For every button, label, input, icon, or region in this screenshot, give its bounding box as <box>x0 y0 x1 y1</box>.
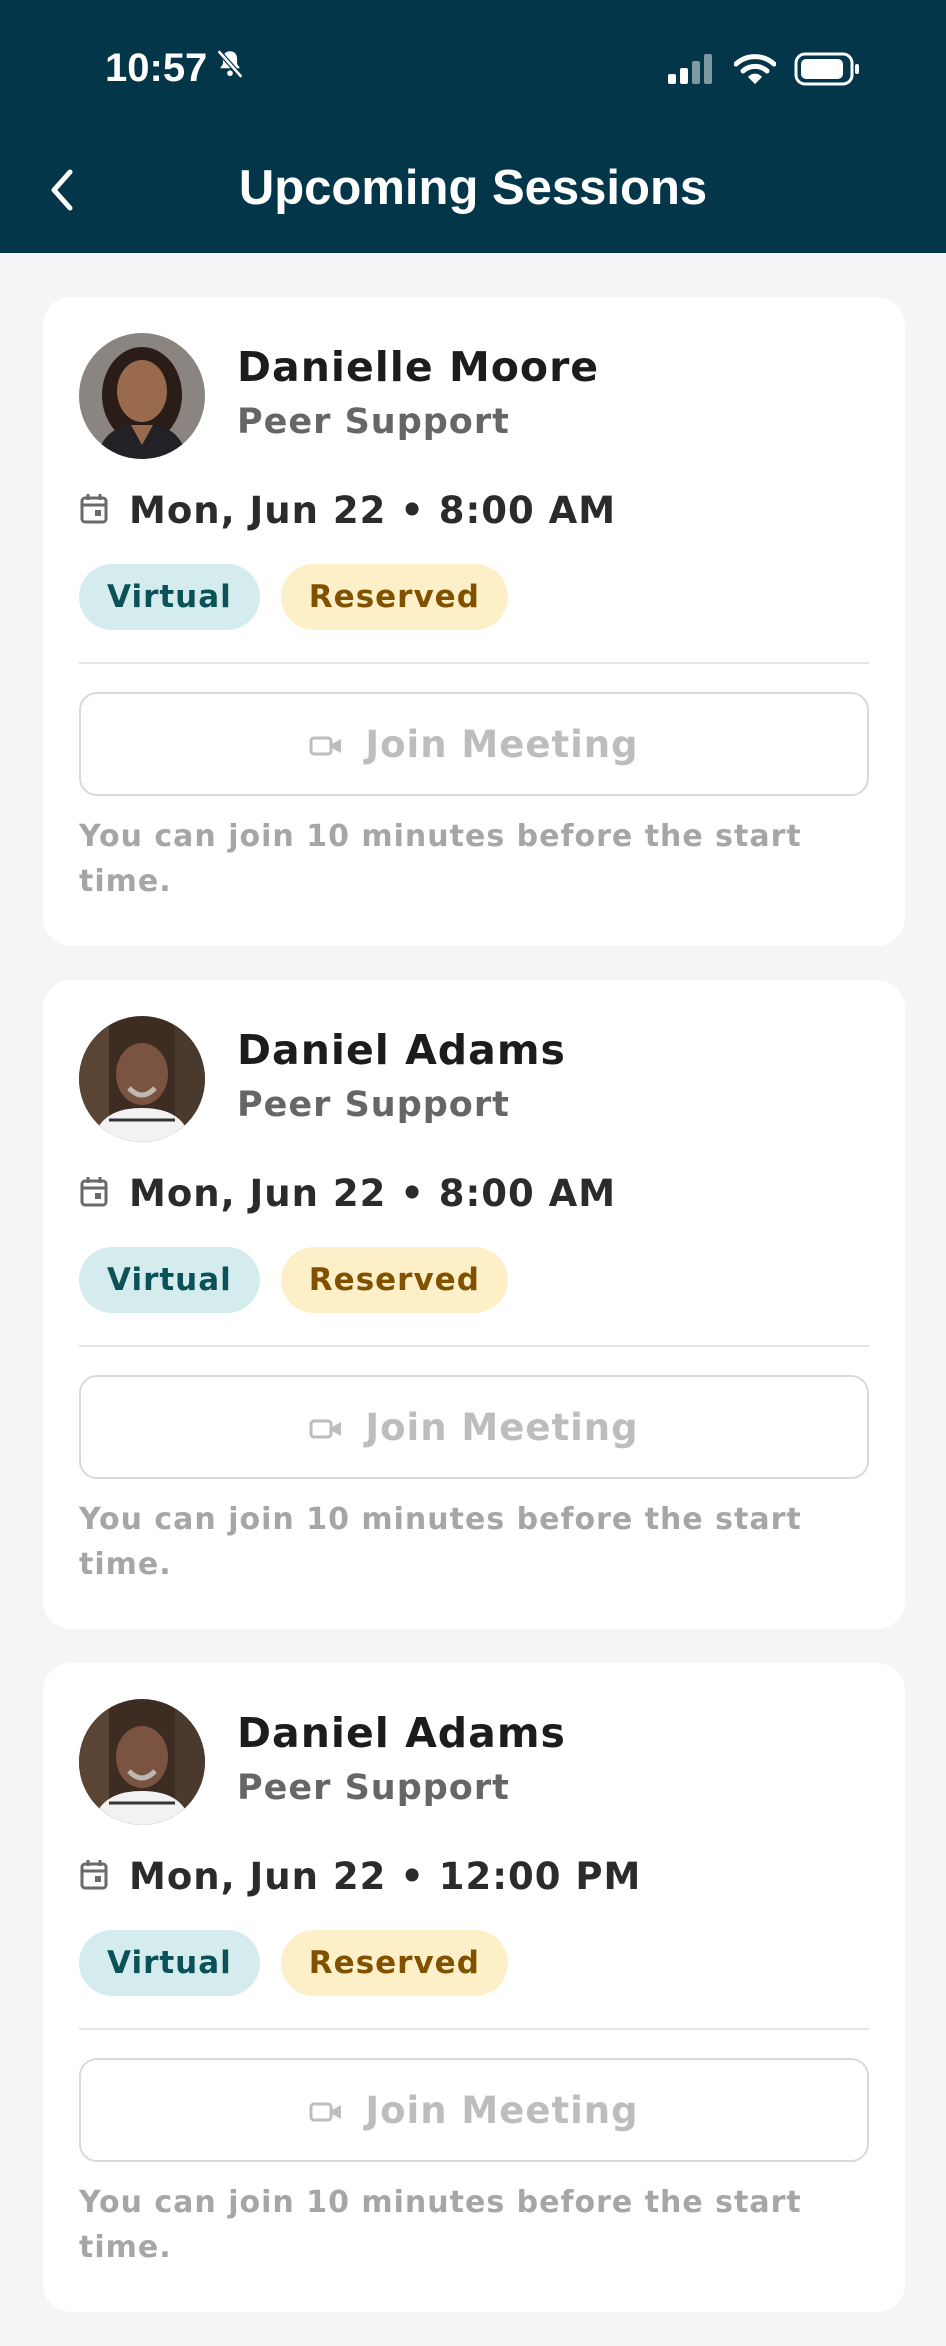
virtual-badge: Virtual <box>79 1930 260 1996</box>
session-card: Daniel Adams Peer Support Mon, Jun 22 • … <box>43 980 905 1629</box>
join-meeting-button[interactable]: Join Meeting <box>79 692 869 796</box>
join-note: You can join 10 minutes before the start… <box>79 819 802 899</box>
join-note: You can join 10 minutes before the start… <box>79 2185 802 2265</box>
wifi-icon <box>733 53 777 89</box>
avatar <box>79 333 205 459</box>
divider <box>79 1345 869 1347</box>
bell-muted-icon <box>213 46 247 91</box>
page-title: Upcoming Sessions <box>238 161 708 215</box>
reserved-badge: Reserved <box>280 564 508 630</box>
virtual-badge: Virtual <box>79 1247 260 1313</box>
status-bar-time: 10:57 <box>105 46 247 91</box>
video-camera-icon <box>309 2089 343 2132</box>
join-meeting-button[interactable]: Join Meeting <box>79 1375 869 1479</box>
calendar-icon <box>79 493 109 529</box>
battery-icon <box>794 52 860 90</box>
session-datetime: Mon, Jun 22 • 8:00 AM <box>129 489 617 532</box>
signal-icon <box>668 54 716 88</box>
video-camera-icon <box>309 1406 343 1449</box>
avatar <box>79 1016 205 1142</box>
session-type: Peer Support <box>237 1085 510 1125</box>
status-icons <box>668 52 860 90</box>
join-meeting-label: Join Meeting <box>365 1405 639 1449</box>
session-datetime: Mon, Jun 22 • 8:00 AM <box>129 1172 617 1215</box>
session-list: Danielle Moore Peer Support Mon, Jun 22 … <box>43 297 905 2346</box>
calendar-icon <box>79 1859 109 1895</box>
reserved-badge: Reserved <box>280 1930 508 1996</box>
divider <box>79 662 869 664</box>
join-meeting-button[interactable]: Join Meeting <box>79 2058 869 2162</box>
provider-name: Daniel Adams <box>237 1709 566 1757</box>
session-card: Daniel Adams Peer Support Mon, Jun 22 • … <box>43 1663 905 2312</box>
join-meeting-label: Join Meeting <box>365 722 639 766</box>
virtual-badge: Virtual <box>79 564 260 630</box>
calendar-icon <box>79 1176 109 1212</box>
top-bar: 10:57 Upcoming Sessions <box>0 0 946 253</box>
video-camera-icon <box>309 723 343 766</box>
session-type: Peer Support <box>237 402 510 442</box>
provider-name: Daniel Adams <box>237 1026 566 1074</box>
join-meeting-label: Join Meeting <box>365 2088 639 2132</box>
session-type: Peer Support <box>237 1768 510 1808</box>
provider-name: Danielle Moore <box>237 343 600 391</box>
divider <box>79 2028 869 2030</box>
session-datetime: Mon, Jun 22 • 12:00 PM <box>129 1855 642 1898</box>
reserved-badge: Reserved <box>280 1247 508 1313</box>
join-note: You can join 10 minutes before the start… <box>79 1502 802 1582</box>
session-card: Danielle Moore Peer Support Mon, Jun 22 … <box>43 297 905 946</box>
clock-text: 10:57 <box>105 46 208 90</box>
avatar <box>79 1699 205 1825</box>
